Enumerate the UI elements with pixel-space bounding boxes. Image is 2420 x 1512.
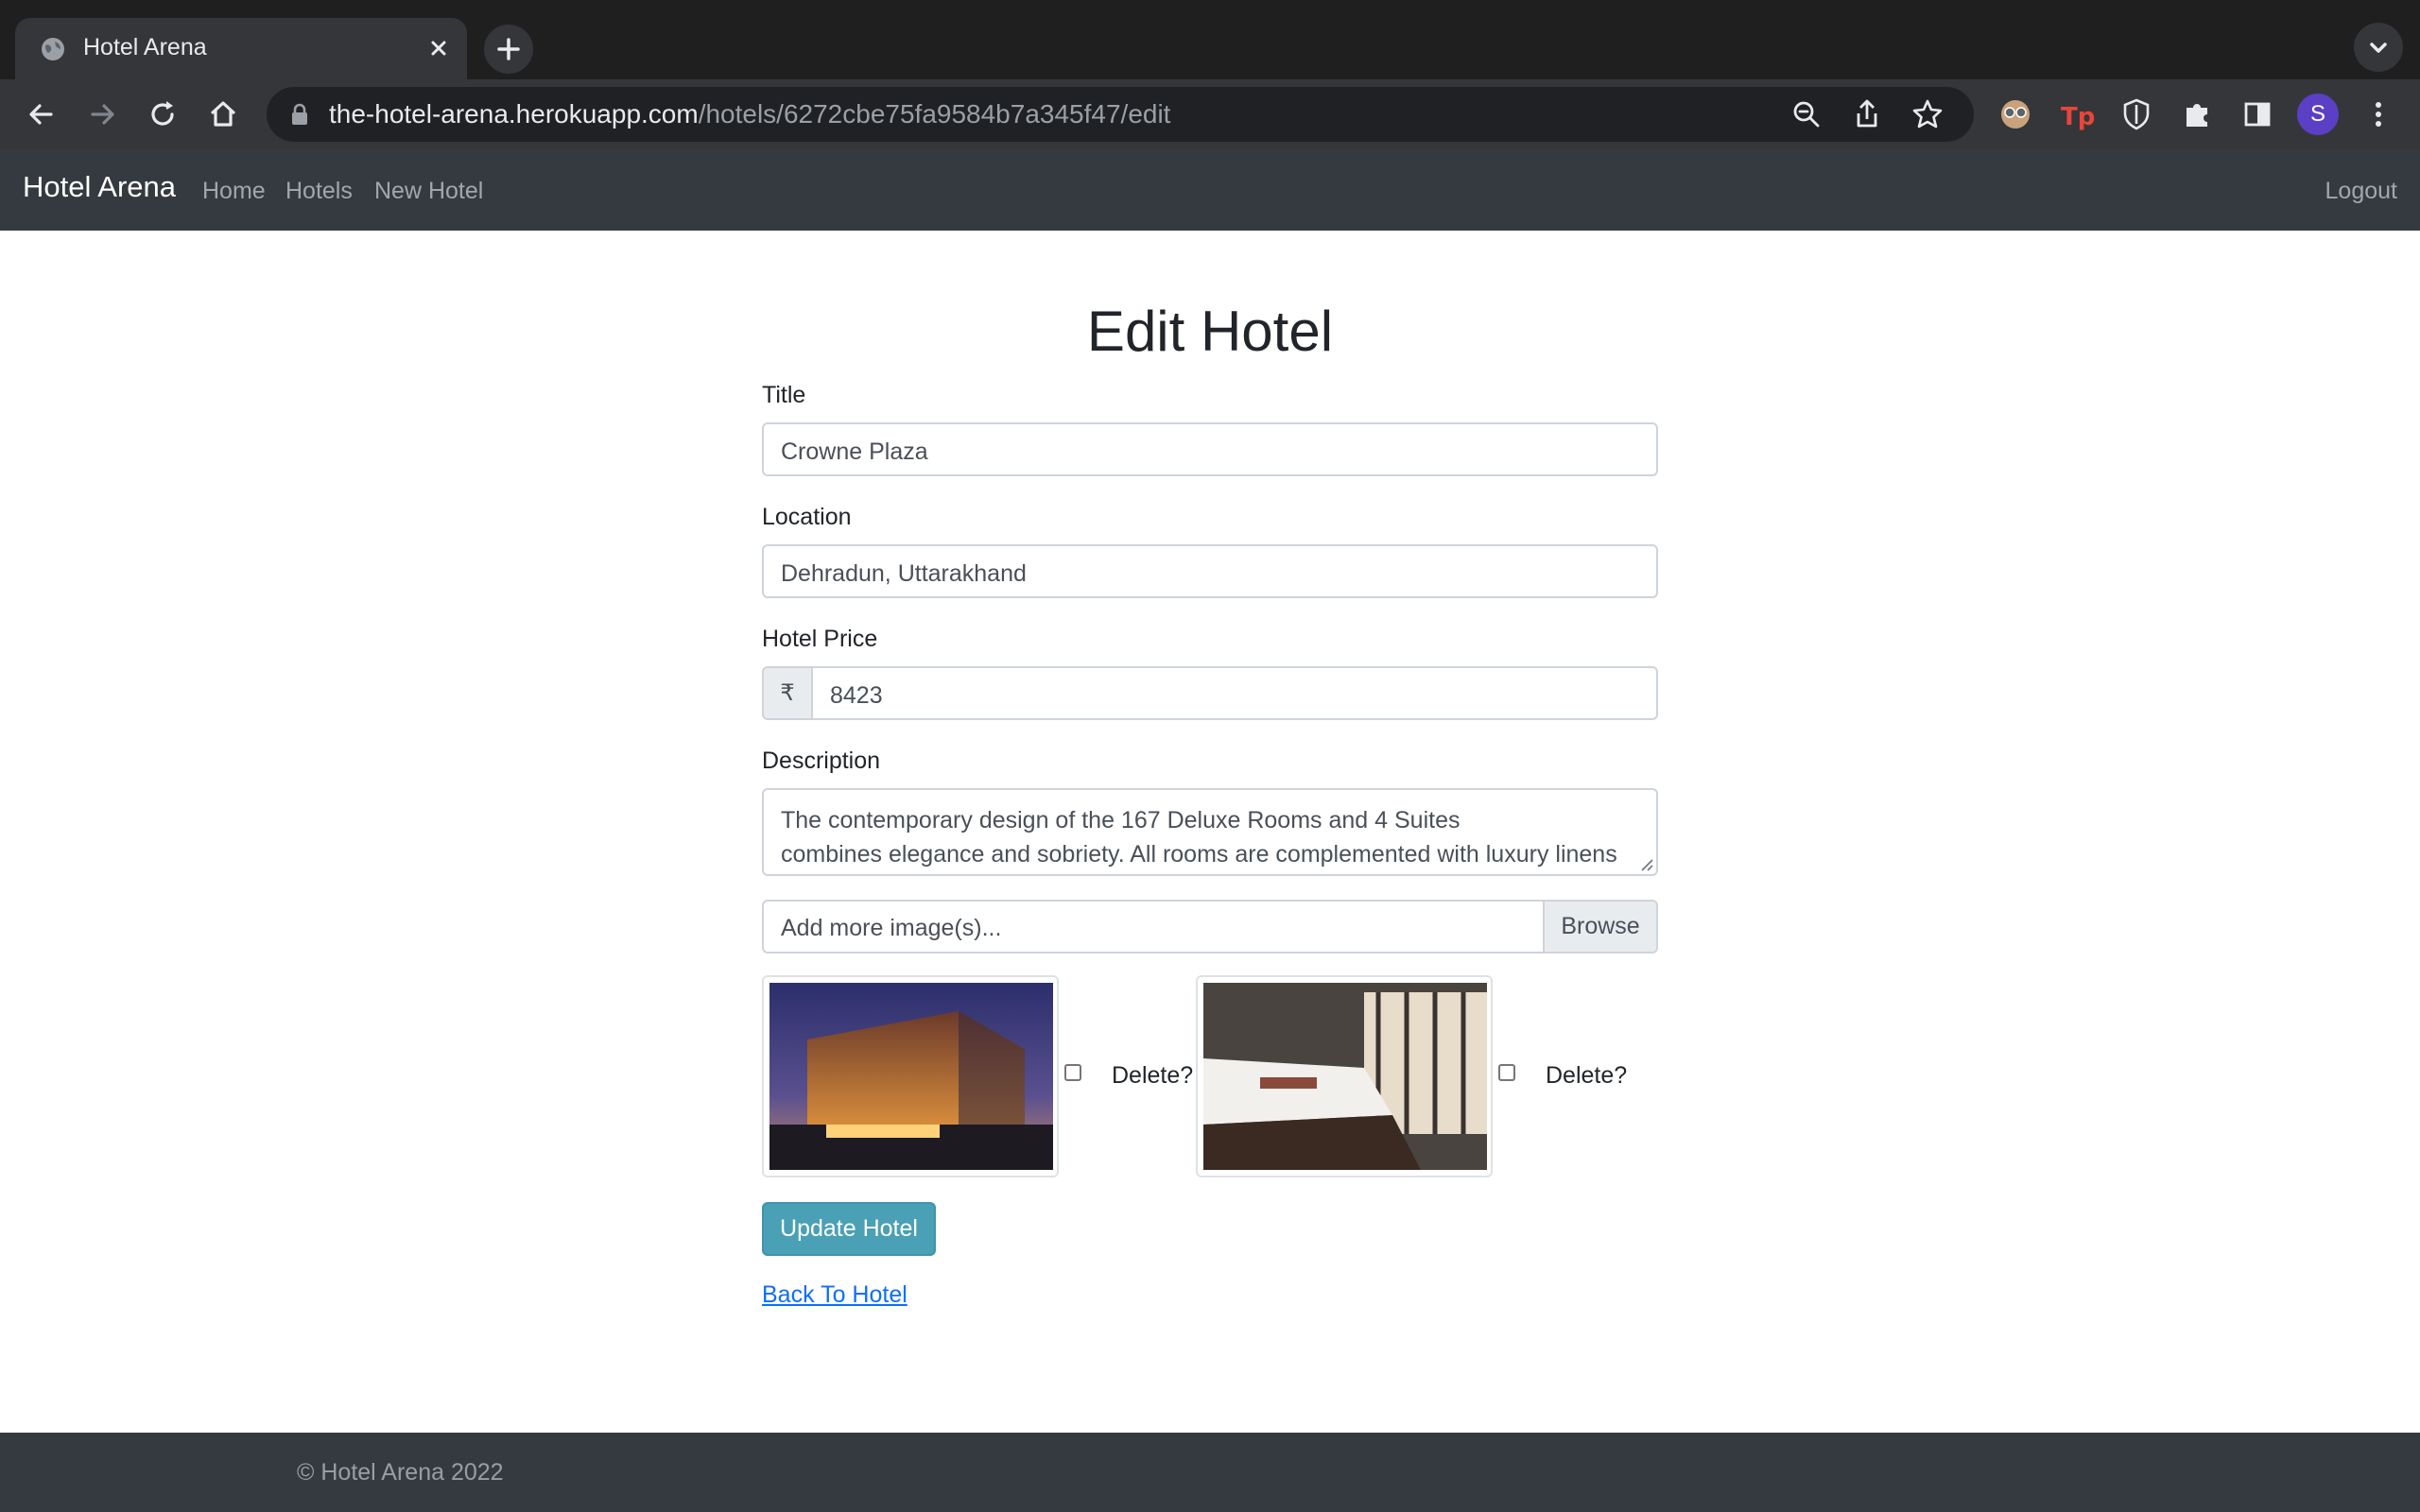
browse-button[interactable]: Browse — [1543, 902, 1656, 952]
reload-icon[interactable] — [144, 95, 182, 133]
url-text: the-hotel-arena.herokuapp.com/hotels/627… — [329, 99, 1171, 129]
copyright-text: © Hotel Arena 2022 — [297, 1459, 504, 1486]
update-hotel-button[interactable]: Update Hotel — [762, 1202, 936, 1256]
chevron-down-icon[interactable] — [2354, 23, 2403, 72]
home-icon[interactable] — [204, 95, 242, 133]
star-bookmark-icon[interactable] — [1910, 96, 1945, 132]
share-icon[interactable] — [1849, 96, 1885, 132]
tab-title: Hotel Arena — [83, 34, 207, 60]
site-navbar: Hotel Arena Home Hotels New Hotel Logout — [0, 149, 2420, 231]
hotel-room-image — [1203, 983, 1487, 1170]
page-title: Edit Hotel — [1086, 300, 1334, 363]
close-icon[interactable] — [422, 31, 456, 65]
image-file-input[interactable]: Add more image(s)... Browse — [762, 900, 1658, 954]
resize-grip-icon[interactable] — [1638, 856, 1653, 871]
title-input[interactable]: Crowne Plaza — [762, 422, 1658, 476]
delete-image-label: Delete? — [1546, 1062, 1628, 1089]
extensions-puzzle-icon[interactable] — [2178, 95, 2216, 133]
nav-link-hotels[interactable]: Hotels — [285, 178, 353, 205]
profile-avatar[interactable]: S — [2297, 94, 2339, 135]
globe-icon — [42, 38, 64, 60]
forward-arrow-icon[interactable] — [83, 95, 121, 133]
location-input[interactable]: Dehradun, Uttarakhand — [762, 544, 1658, 598]
file-input-label: Add more image(s)... — [781, 915, 1002, 941]
lock-icon — [292, 103, 307, 125]
new-tab-plus-icon[interactable] — [484, 25, 533, 74]
extension-glasses-icon[interactable] — [1996, 95, 2034, 133]
description-textarea[interactable]: The contemporary design of the 167 Delux… — [762, 788, 1658, 876]
shield-icon[interactable] — [2118, 95, 2155, 133]
browser-tab[interactable]: Hotel Arena — [15, 18, 467, 79]
nav-link-new-hotel[interactable]: New Hotel — [374, 178, 483, 205]
price-input[interactable]: 8423 — [811, 666, 1658, 720]
delete-image-label: Delete? — [1112, 1062, 1194, 1089]
site-footer: © Hotel Arena 2022 — [0, 1433, 2420, 1512]
delete-image-checkbox[interactable] — [1498, 1064, 1515, 1081]
hotel-image-thumbnail — [1196, 975, 1493, 1177]
delete-image-checkbox[interactable] — [1064, 1064, 1081, 1081]
brand-link[interactable]: Hotel Arena — [23, 170, 176, 204]
location-label: Location — [762, 504, 852, 530]
price-label: Hotel Price — [762, 626, 878, 652]
back-to-hotel-link[interactable]: Back To Hotel — [762, 1281, 908, 1309]
hotel-exterior-image — [769, 983, 1053, 1170]
description-label: Description — [762, 747, 881, 774]
svg-text:Tp: Tp — [2061, 103, 2095, 131]
kebab-menu-icon[interactable] — [2360, 95, 2397, 133]
back-arrow-icon[interactable] — [23, 95, 60, 133]
nav-link-home[interactable]: Home — [202, 178, 266, 205]
browser-toolbar: the-hotel-arena.herokuapp.com/hotels/627… — [0, 79, 2420, 149]
description-line: combines elegance and sobriety. All room… — [781, 841, 1617, 868]
side-panel-icon[interactable] — [2238, 95, 2276, 133]
nav-link-logout[interactable]: Logout — [2325, 178, 2397, 205]
zoom-icon[interactable] — [1789, 96, 1824, 132]
address-bar[interactable]: the-hotel-arena.herokuapp.com/hotels/627… — [267, 87, 1974, 142]
browser-tabstrip: Hotel Arena — [0, 0, 2420, 79]
hotel-image-thumbnail — [762, 975, 1059, 1177]
title-label: Title — [762, 382, 806, 408]
rupee-prefix: ₹ — [762, 666, 813, 720]
extension-tp-icon[interactable]: Tp — [2057, 95, 2095, 133]
description-line: The contemporary design of the 167 Delux… — [781, 807, 1461, 833]
